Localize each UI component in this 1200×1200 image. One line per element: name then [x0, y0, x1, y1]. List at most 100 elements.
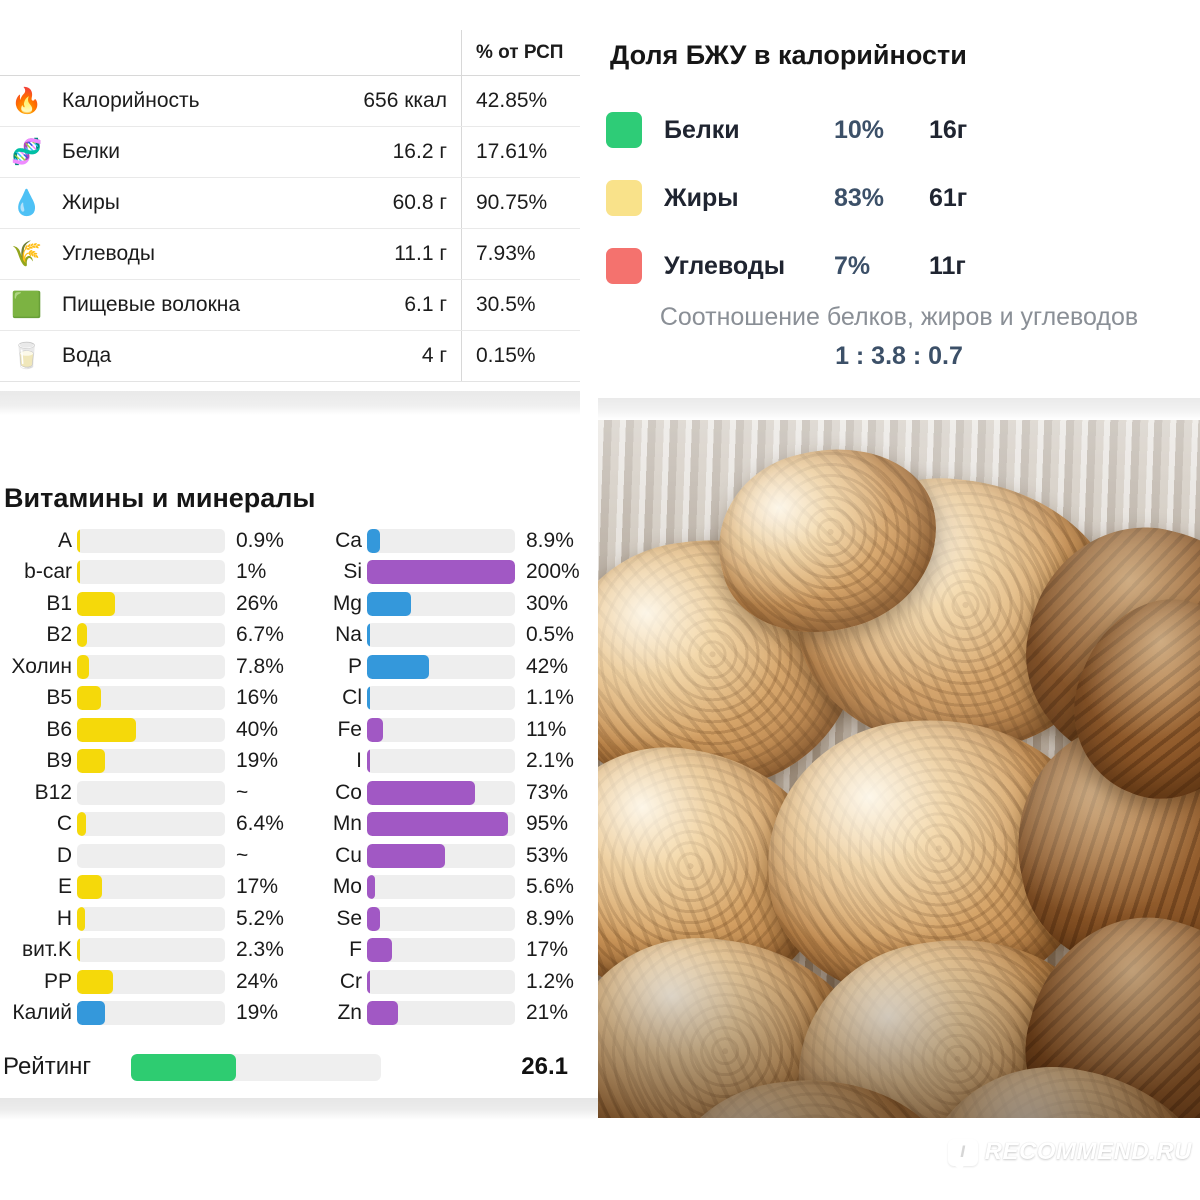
vitamin-row: Cl 1.1%	[290, 683, 580, 715]
vitamin-key: D	[56, 843, 72, 867]
vitamin-key: E	[57, 875, 72, 899]
vitamin-bar-track	[367, 749, 515, 774]
vitamin-bar-track	[77, 843, 225, 868]
vitamin-bar-track	[77, 938, 225, 963]
vitamin-bar-track	[367, 591, 515, 616]
vitamin-bar-track	[77, 560, 225, 585]
vitamin-bar-fill	[367, 749, 371, 774]
vitamin-key: H	[56, 906, 72, 930]
bzhu-title: Доля БЖУ в калорийности	[610, 40, 967, 70]
vitamin-bar-fill	[77, 906, 85, 931]
vitamin-key: Zn	[337, 1001, 362, 1025]
nutrient-value: 6.1 г	[404, 293, 447, 316]
vitamin-percent: 95%	[526, 812, 569, 836]
vitamin-row: P 42%	[290, 651, 580, 683]
vitamin-bar-fill	[367, 969, 370, 994]
vitamin-key: A	[57, 528, 72, 552]
bzhu-percent: 10%	[834, 115, 885, 144]
bzhu-grams: 16г	[929, 115, 968, 144]
nutrient-name: Вода	[62, 344, 112, 367]
vitamin-percent: 40%	[236, 717, 279, 741]
walnut-photo	[598, 420, 1200, 1118]
vitamin-bar-fill	[367, 686, 370, 711]
bzhu-percent: 83%	[834, 183, 885, 212]
vitamin-row: A 0.9%	[0, 525, 290, 557]
vitamin-key: C	[56, 812, 72, 836]
vitamin-bar-track	[77, 1001, 225, 1026]
nutrient-percent: 7.93%	[476, 242, 536, 265]
vitamin-bar-fill	[77, 717, 137, 742]
nutrient-name: Жиры	[62, 191, 120, 214]
bzhu-grams: 61г	[929, 183, 968, 212]
vitamin-bar-track	[77, 623, 225, 648]
vitamin-bar-fill	[77, 686, 101, 711]
vitamin-key: Fe	[337, 717, 362, 741]
irecommend-watermark: I RECOMMEND.RU	[947, 1138, 1192, 1171]
vitamin-bar-fill	[367, 812, 508, 837]
vitamin-row: C 6.4%	[0, 809, 290, 841]
nutrient-value: 4 г	[421, 344, 447, 367]
vitamin-row: b-car 1%	[0, 557, 290, 589]
vitamin-bar-fill	[77, 812, 87, 837]
vitamin-bar-track	[367, 623, 515, 648]
vitamin-row: Fe 11%	[290, 714, 580, 746]
vitamin-key: PP	[43, 969, 72, 993]
vitamin-bar-fill	[77, 528, 80, 553]
vitamins-title: Витамины и минералы	[4, 483, 316, 513]
vitamin-key: P	[347, 654, 362, 678]
vitamin-key: вит.K	[21, 938, 72, 962]
vitamin-bar-fill	[367, 654, 430, 679]
vitamin-percent: 1.2%	[526, 969, 574, 993]
bzhu-percent: 7%	[834, 251, 871, 280]
vitamin-row: I 2.1%	[290, 746, 580, 778]
bzhu-ratio-label: Соотношение белков, жиров и углеводов	[659, 303, 1139, 331]
table-row: 🧬 Белки 16.2 г 17.61%	[0, 127, 580, 178]
vitamin-percent: 6.7%	[236, 623, 284, 647]
vitamin-bar-track	[367, 528, 515, 553]
vitamins-right-column: Ca 8.9% Si 200% Mg 30% Na 0.5% P 42% Cl 1.1% Fe 11% I 2…	[290, 525, 580, 1029]
vitamin-percent: 19%	[236, 1001, 279, 1025]
vitamin-row: Ca 8.9%	[290, 525, 580, 557]
rating-track	[131, 1053, 381, 1081]
vitamin-bar-fill	[367, 938, 393, 963]
vitamin-percent: 19%	[236, 749, 279, 773]
vitamin-bar-track	[77, 591, 225, 616]
rating-label: Рейтинг	[3, 1053, 92, 1080]
vitamin-percent: 2.1%	[526, 749, 574, 773]
vitamins-card: Витамины и минералы A 0.9% b-car 1% B1 26% B2 6…	[0, 425, 580, 1100]
nutrient-percent: 90.75%	[476, 191, 548, 214]
vitamin-bar-track	[367, 938, 515, 963]
vitamin-key: Cl	[342, 686, 362, 710]
vitamin-bar-fill	[77, 1001, 106, 1026]
vitamin-bar-fill	[77, 969, 113, 994]
table-row: 🥛 Вода 4 г 0.15%	[0, 331, 580, 382]
vitamin-row: Cu 53%	[290, 840, 580, 872]
vitamin-key: Ca	[335, 528, 362, 552]
table-row: 💧 Жиры 60.8 г 90.75%	[0, 178, 580, 229]
vitamin-bar-fill	[77, 560, 80, 585]
vitamin-row: H 5.2%	[0, 903, 290, 935]
vitamin-row: Mo 5.6%	[290, 872, 580, 904]
nutrition-rows: 🔥 Калорийность 656 ккал 42.85% 🧬 Белки 16.2 г 1…	[0, 76, 580, 382]
vitamin-bar-fill	[367, 528, 381, 553]
vitamin-percent: 30%	[526, 591, 569, 615]
droplet-icon: 💧	[11, 188, 43, 217]
irecommend-badge-icon: I	[947, 1138, 978, 1171]
vitamin-row: F 17%	[290, 935, 580, 967]
vitamins-columns: A 0.9% b-car 1% B1 26% B2 6.7% Холин 7.8% B5 16% B6 4…	[0, 525, 580, 1029]
vitamin-bar-fill	[367, 843, 446, 868]
vitamin-percent: 0.5%	[526, 623, 574, 647]
nutrition-card-shadow	[0, 391, 580, 415]
vitamin-key: Cr	[339, 969, 362, 993]
vitamin-percent: 26%	[236, 591, 279, 615]
nutrient-percent: 42.85%	[476, 89, 548, 112]
vitamin-bar-track	[367, 686, 515, 711]
nutrient-name: Углеводы	[62, 242, 156, 265]
nutrition-table: % от РСП 🔥 Калорийность 656 ккал 42.85% 🧬 Бел…	[0, 30, 580, 382]
nutrient-percent: 17.61%	[476, 140, 548, 163]
bzhu-grams: 11г	[929, 251, 966, 280]
vitamin-key: Mn	[332, 812, 362, 836]
vitamin-row: вит.K 2.3%	[0, 935, 290, 967]
nutrient-name: Белки	[62, 140, 120, 163]
vitamin-percent: 73%	[526, 780, 569, 804]
